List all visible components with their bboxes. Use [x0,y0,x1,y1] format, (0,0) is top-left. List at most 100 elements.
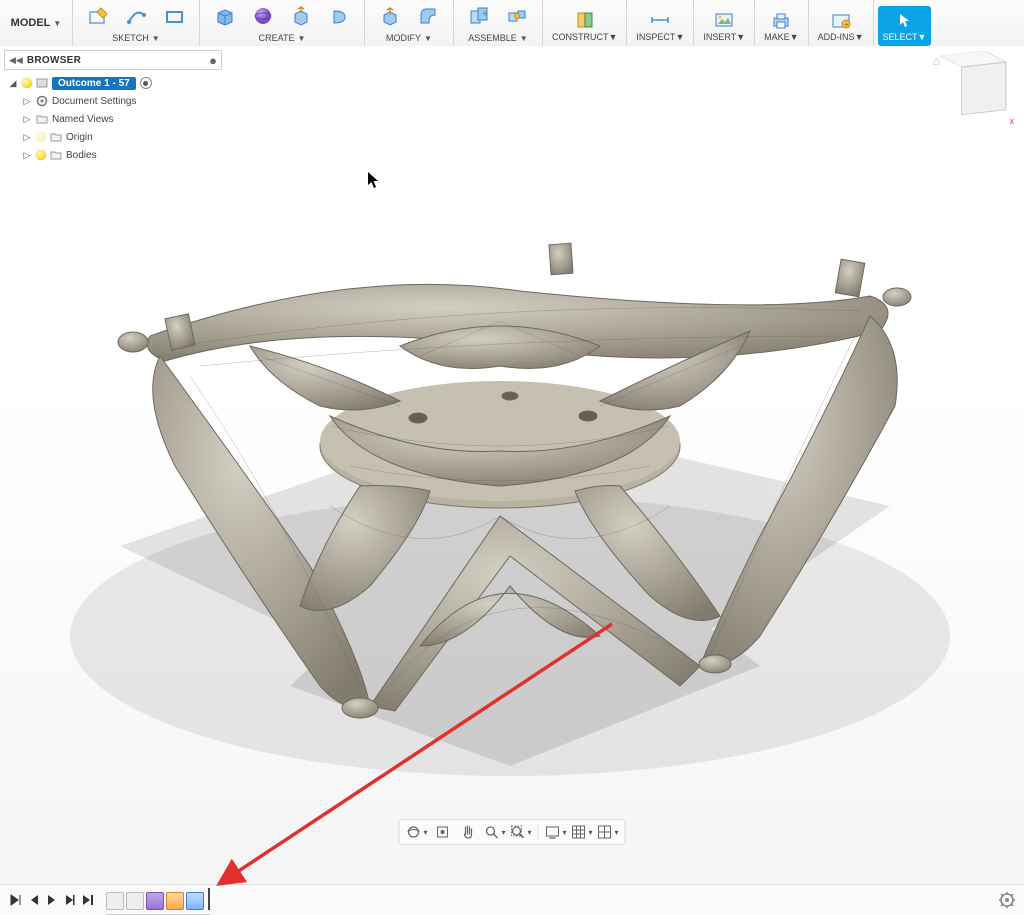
line-tool-button[interactable] [119,0,153,32]
timeline-marker[interactable] [208,888,210,910]
expander-open-icon[interactable]: ◢ [8,78,18,88]
timeline-bar [0,884,1024,915]
collapse-icon[interactable]: ◀◀ [9,55,23,66]
assemble-group: + ASSEMBLE▼ [454,0,543,46]
tree-named-views[interactable]: ▷ Named Views [6,110,220,128]
grid-settings-button[interactable]: ▾ [571,822,593,842]
tree-origin[interactable]: ▷ Origin [6,128,220,146]
separator [538,824,539,840]
make-label[interactable]: MAKE▼ [764,32,798,42]
extrude-icon [290,5,312,27]
browser-tree: ◢ Outcome 1 - 57 ▷ Document Settings ▷ N… [4,70,222,170]
measure-icon [649,9,671,31]
chevron-down-icon: ▼ [53,19,61,28]
timeline-start-button[interactable] [8,891,24,909]
tree-root[interactable]: ◢ Outcome 1 - 57 [6,74,220,92]
timeline-feature[interactable] [186,892,204,910]
gear-icon [36,95,48,107]
home-view-icon[interactable]: ⌂ [933,54,940,68]
joint-button[interactable] [500,0,534,32]
select-arrow-icon [893,9,915,31]
zoom-button[interactable]: ▾ [484,822,506,842]
make-button[interactable]: MAKE▼ [759,6,803,46]
insert-label[interactable]: INSERT▼ [703,32,745,42]
workspace-switch[interactable]: MODEL ▼ [0,0,73,46]
component-icon [36,77,48,89]
timeline-step-back-button[interactable] [26,891,42,909]
look-at-button[interactable] [432,822,454,842]
tree-bodies[interactable]: ▷ Bodies [6,146,220,164]
visibility-bulb-icon[interactable] [22,78,32,88]
view-cube[interactable]: ⌂ RIGHT x [940,52,1010,122]
activate-radio-icon[interactable] [140,77,152,89]
modify-label[interactable]: MODIFY▼ [386,33,432,43]
model-preview [0,46,1024,885]
rectangle-tool-button[interactable] [157,0,191,32]
sketch-group-label[interactable]: SKETCH▼ [112,33,159,43]
addins-label[interactable]: ADD-INS▼ [818,32,864,42]
top-toolbar: MODEL ▼ [0,0,1024,47]
expander-icon[interactable]: ▷ [22,114,32,124]
browser-dot-icon[interactable]: ● [209,53,217,68]
construct-label[interactable]: CONSTRUCT▼ [552,32,617,42]
pan-button[interactable] [458,822,480,842]
inspect-button[interactable]: INSPECT▼ [631,6,689,46]
revolve-button[interactable] [322,0,356,32]
addins-button[interactable]: + ADD-INS▼ [813,6,869,46]
timeline-end-button[interactable] [80,891,96,909]
timeline-feature[interactable] [106,892,124,910]
box-button[interactable] [208,0,242,32]
create-sketch-button[interactable] [81,0,115,32]
timeline-settings-button[interactable] [998,891,1016,909]
timeline-feature[interactable] [126,892,144,910]
new-component-icon: + [468,5,490,27]
folder-icon [36,113,48,125]
timeline-step-fwd-button[interactable] [62,891,78,909]
press-pull-button[interactable] [373,0,407,32]
extrude-button[interactable] [284,0,318,32]
tree-document-settings[interactable]: ▷ Document Settings [6,92,220,110]
fillet-icon [417,5,439,27]
sketch-group: SKETCH▼ [73,0,200,46]
browser-header[interactable]: ◀◀ BROWSER ● [4,50,222,70]
tree-label: Origin [66,132,93,143]
orbit-button[interactable]: ▾ [406,822,428,842]
fillet-button[interactable] [411,0,445,32]
expander-icon[interactable]: ▷ [22,96,32,106]
sphere-icon [252,5,274,27]
construct-plane-icon [574,9,596,31]
select-label[interactable]: SELECT▼ [883,32,927,42]
expander-icon[interactable]: ▷ [22,132,32,142]
construct-button[interactable]: CONSTRUCT▼ [547,6,622,46]
visibility-bulb-off-icon[interactable] [36,132,46,142]
rectangle-icon [163,5,185,27]
print-icon [770,9,792,31]
insert-button[interactable]: INSERT▼ [698,6,750,46]
timeline-play-button[interactable] [44,891,60,909]
inspect-group: INSPECT▼ [627,0,694,46]
display-settings-button[interactable]: ▾ [545,822,567,842]
tree-label: Document Settings [52,96,137,107]
workspace-label: MODEL [11,17,51,29]
create-group-label[interactable]: CREATE▼ [259,33,306,43]
insert-group: INSERT▼ [694,0,755,46]
timeline-feature[interactable] [166,892,184,910]
assemble-label[interactable]: ASSEMBLE▼ [468,33,527,43]
viewport[interactable]: ⌂ RIGHT x ▾ ▾ ▾ ▾ [0,46,1024,885]
addins-icon: + [830,9,852,31]
root-component-chip[interactable]: Outcome 1 - 57 [52,77,136,90]
viewport-layout-button[interactable]: ▾ [597,822,619,842]
create-group: CREATE▼ [200,0,365,46]
expander-icon[interactable]: ▷ [22,150,32,160]
visibility-bulb-icon[interactable] [36,150,46,160]
select-button[interactable]: SELECT▼ [878,6,932,46]
sphere-button[interactable] [246,0,280,32]
revolve-icon [328,5,350,27]
make-group: MAKE▼ [755,0,808,46]
fit-button[interactable]: ▾ [510,822,532,842]
timeline-feature[interactable] [146,892,164,910]
line-icon [125,5,147,27]
inspect-label[interactable]: INSPECT▼ [636,32,684,42]
navigation-bar: ▾ ▾ ▾ ▾ ▾ ▾ [399,819,626,845]
new-component-button[interactable]: + [462,0,496,32]
